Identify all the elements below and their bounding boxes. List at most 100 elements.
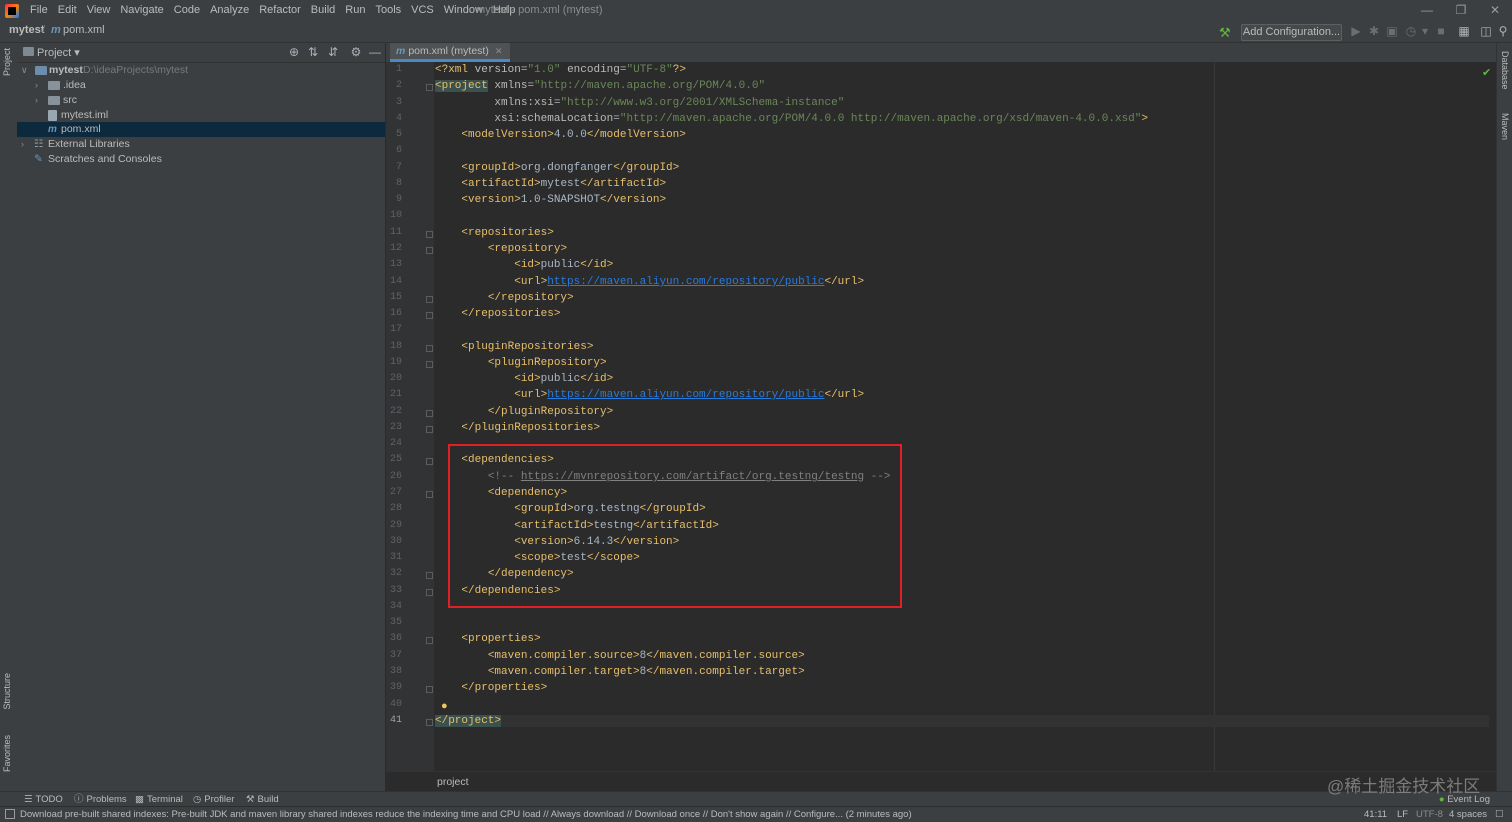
- code-line[interactable]: </repositories>: [435, 308, 560, 320]
- fold-marker-icon[interactable]: [426, 345, 433, 352]
- menu-vcs[interactable]: VCS: [406, 0, 439, 21]
- expand-all-icon[interactable]: ⇅: [306, 45, 320, 59]
- code-line[interactable]: <version>1.0-SNAPSHOT</version>: [435, 194, 666, 206]
- gear-icon[interactable]: ⚙: [349, 45, 363, 59]
- fold-marker-icon[interactable]: [426, 247, 433, 254]
- code-line[interactable]: </pluginRepositories>: [435, 422, 600, 434]
- lock-icon[interactable]: ☐: [1495, 808, 1504, 821]
- profile-icon[interactable]: ◷: [1404, 24, 1418, 38]
- code-line[interactable]: <url>https://maven.aliyun.com/repository…: [435, 389, 864, 401]
- todo-tool-button[interactable]: ☰ TODO: [24, 793, 63, 806]
- menu-run[interactable]: Run: [340, 0, 370, 21]
- code-line[interactable]: xsi:schemaLocation="http://maven.apache.…: [435, 113, 1148, 125]
- search-icon[interactable]: ⚲: [1496, 24, 1510, 38]
- breadcrumb-file[interactable]: pom.xml: [63, 24, 105, 36]
- tree-item-src[interactable]: › src: [17, 93, 385, 108]
- code-line[interactable]: <maven.compiler.target>8</maven.compiler…: [435, 666, 805, 678]
- database-tool-tab[interactable]: Database: [1500, 51, 1510, 90]
- fold-marker-icon[interactable]: [426, 361, 433, 368]
- code-line[interactable]: </properties>: [435, 682, 547, 694]
- tab-close-icon[interactable]: ✕: [495, 46, 503, 56]
- code-line[interactable]: <id>public</id>: [435, 259, 613, 271]
- favorites-tool-tab[interactable]: Favorites: [2, 735, 12, 772]
- fold-marker-icon[interactable]: [426, 458, 433, 465]
- menu-view[interactable]: View: [82, 0, 116, 21]
- project-structure-icon[interactable]: ▦: [1457, 24, 1471, 38]
- code-line[interactable]: <properties>: [435, 633, 540, 645]
- chevron-right-icon[interactable]: ›: [35, 78, 38, 93]
- hide-panel-icon[interactable]: —: [368, 45, 382, 59]
- notification-icon[interactable]: [5, 809, 15, 819]
- project-view-selector[interactable]: Project ▾: [37, 46, 80, 59]
- menu-analyze[interactable]: Analyze: [205, 0, 254, 21]
- fold-marker-icon[interactable]: [426, 312, 433, 319]
- tab-pom-xml[interactable]: m pom.xml (mytest) ✕: [390, 43, 511, 62]
- tree-item-external-libraries[interactable]: › ☷ External Libraries: [17, 137, 385, 152]
- code-line[interactable]: <artifactId>mytest</artifactId>: [435, 178, 666, 190]
- code-line[interactable]: <repositories>: [435, 227, 553, 239]
- menu-refactor[interactable]: Refactor: [254, 0, 306, 21]
- line-separator[interactable]: LF: [1397, 808, 1408, 821]
- code-line[interactable]: <pluginRepositories>: [435, 341, 593, 353]
- run-dropdown-icon[interactable]: ▾: [1418, 24, 1432, 38]
- layout-icon[interactable]: ◫: [1479, 24, 1493, 38]
- chevron-down-icon[interactable]: ∨: [21, 63, 28, 78]
- fold-marker-icon[interactable]: [426, 572, 433, 579]
- fold-marker-icon[interactable]: [426, 410, 433, 417]
- tree-item-scratches[interactable]: ✎ Scratches and Consoles: [17, 152, 385, 167]
- editor-breadcrumb[interactable]: project: [437, 776, 469, 788]
- code-line[interactable]: <maven.compiler.source>8</maven.compiler…: [435, 650, 805, 662]
- collapse-all-icon[interactable]: ⇵: [326, 45, 340, 59]
- inspection-ok-icon[interactable]: ✔: [1482, 66, 1491, 79]
- debug-icon[interactable]: ✱: [1367, 24, 1381, 38]
- restore-icon[interactable]: ❐: [1444, 0, 1478, 21]
- build-hammer-icon[interactable]: ⚒: [1219, 25, 1231, 41]
- project-tool-tab[interactable]: Project: [2, 48, 12, 76]
- coverage-icon[interactable]: ▣: [1385, 24, 1399, 38]
- run-icon[interactable]: ▶: [1349, 24, 1363, 38]
- breadcrumb-project[interactable]: mytest: [9, 24, 44, 36]
- tree-item-pom-xml[interactable]: m pom.xml: [17, 122, 385, 137]
- stop-icon[interactable]: ■: [1434, 24, 1448, 38]
- menu-code[interactable]: Code: [169, 0, 205, 21]
- fold-marker-icon[interactable]: [426, 231, 433, 238]
- tree-item-mytest-iml[interactable]: mytest.iml: [17, 108, 385, 123]
- cursor-position[interactable]: 41:11: [1364, 808, 1387, 821]
- code-line[interactable]: </repository>: [435, 292, 574, 304]
- lightbulb-icon[interactable]: ●: [441, 700, 448, 712]
- code-line[interactable]: <modelVersion>4.0.0</modelVersion>: [435, 129, 685, 141]
- code-line[interactable]: <pluginRepository>: [435, 357, 607, 369]
- fold-marker-icon[interactable]: [426, 719, 433, 726]
- menu-tools[interactable]: Tools: [370, 0, 406, 21]
- code-line[interactable]: <repository>: [435, 243, 567, 255]
- profiler-tool-button[interactable]: ◷ Profiler: [193, 793, 234, 806]
- chevron-right-icon[interactable]: ›: [35, 93, 38, 108]
- menu-build[interactable]: Build: [306, 0, 340, 21]
- code-line[interactable]: </project>: [435, 715, 1489, 727]
- status-message[interactable]: Download pre-built shared indexes: Pre-b…: [20, 808, 912, 821]
- code-line[interactable]: <url>https://maven.aliyun.com/repository…: [435, 276, 864, 288]
- menu-file[interactable]: File: [25, 0, 53, 21]
- maven-tool-tab[interactable]: Maven: [1500, 113, 1510, 140]
- problems-tool-button[interactable]: ⓘ Problems: [74, 793, 127, 806]
- minimize-icon[interactable]: —: [1410, 0, 1444, 21]
- file-encoding[interactable]: UTF-8: [1416, 808, 1443, 821]
- chevron-right-icon[interactable]: ›: [21, 137, 24, 152]
- build-tool-button[interactable]: ⚒ Build: [246, 793, 279, 806]
- locate-icon[interactable]: ⊕: [287, 45, 301, 59]
- menu-navigate[interactable]: Navigate: [115, 0, 168, 21]
- code-line[interactable]: </pluginRepository>: [435, 406, 613, 418]
- fold-marker-icon[interactable]: [426, 637, 433, 644]
- fold-marker-icon[interactable]: [426, 589, 433, 596]
- fold-marker-icon[interactable]: [426, 296, 433, 303]
- code-line[interactable]: <?xml version="1.0" encoding="UTF-8"?>: [435, 64, 686, 76]
- menu-edit[interactable]: Edit: [53, 0, 82, 21]
- fold-marker-icon[interactable]: [426, 686, 433, 693]
- add-configuration-button[interactable]: Add Configuration...: [1241, 24, 1342, 41]
- structure-tool-tab[interactable]: Structure: [2, 673, 12, 710]
- code-line[interactable]: xmlns:xsi="http://www.w3.org/2001/XMLSch…: [435, 97, 844, 109]
- tree-item-mytest[interactable]: ∨ mytest D:\ideaProjects\mytest: [17, 63, 385, 78]
- code-line[interactable]: <id>public</id>: [435, 373, 613, 385]
- fold-marker-icon[interactable]: [426, 491, 433, 498]
- code-line[interactable]: <project xmlns="http://maven.apache.org/…: [435, 80, 765, 92]
